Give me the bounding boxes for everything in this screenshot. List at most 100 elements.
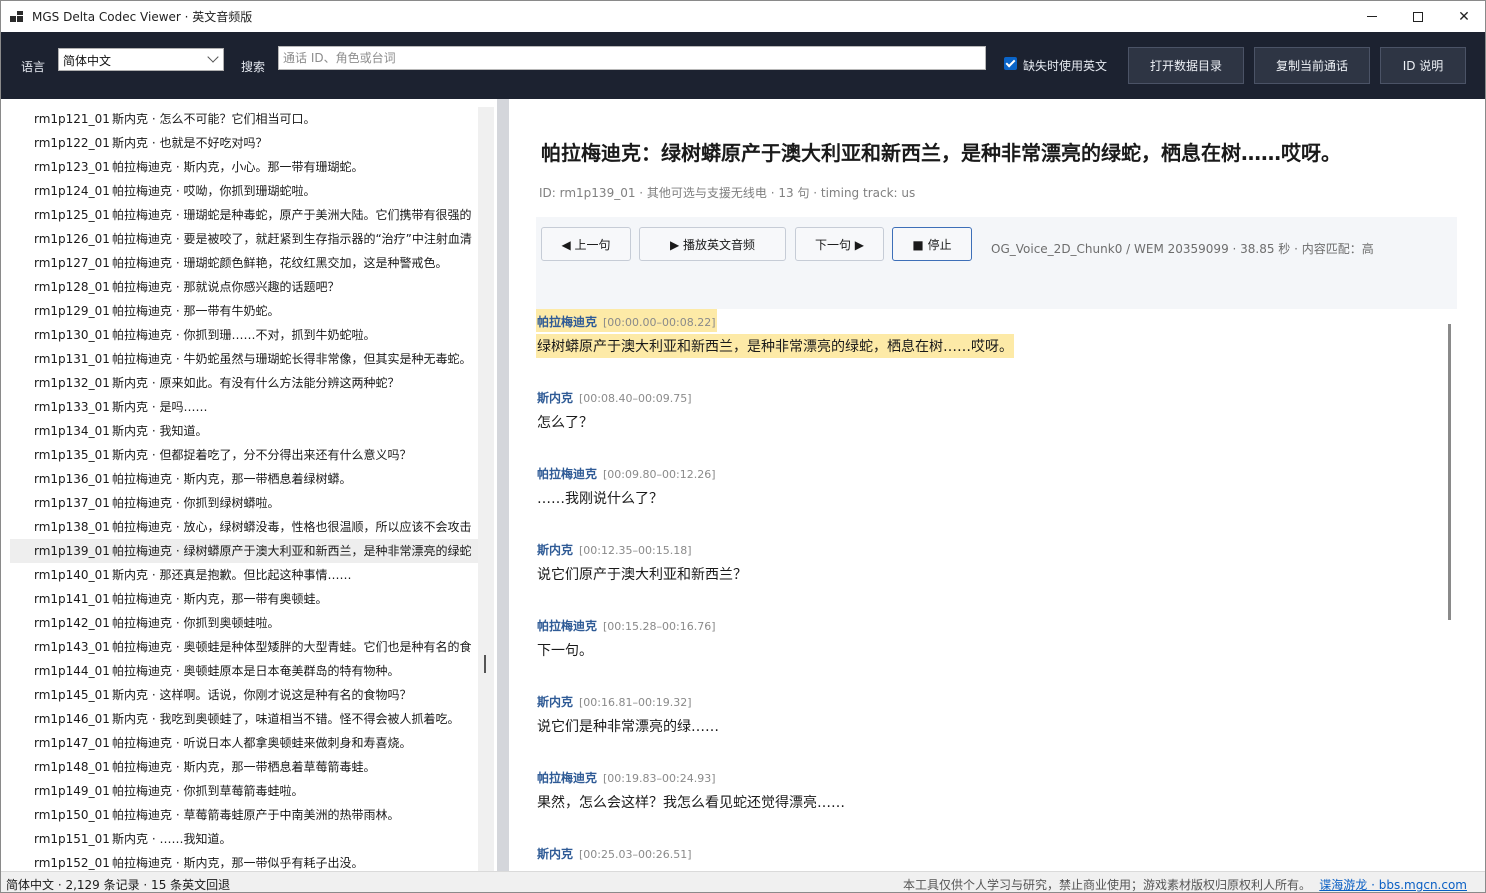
call-list-item[interactable]: rm1p134_01 斯内克 · 我知道。 (10, 419, 478, 443)
status-summary: 简体中文 · 2,129 条记录 · 15 条英文回退 (6, 878, 231, 892)
line-header: 斯内克 [00:16.81–00:19.32] (536, 689, 693, 712)
call-list-scrollbar[interactable] (478, 107, 494, 871)
search-input[interactable] (278, 46, 986, 70)
call-list-item[interactable]: rm1p148_01 帕拉梅迪克 · 斯内克，那一带栖息着草莓箭毒蛙。 (10, 755, 478, 779)
call-summary: 帕拉梅迪克 · 哎呦，你抓到珊瑚蛇啦。 (112, 184, 316, 198)
call-id: rm1p143_01 (34, 640, 110, 654)
line-timestamp: [00:15.28–00:16.76] (603, 620, 716, 633)
line-text: 怎么了？ (537, 415, 593, 431)
call-list-item[interactable]: rm1p143_01 帕拉梅迪克 · 奥顿蛙是种体型矮胖的大型青蛙。它们也是种有名… (10, 635, 478, 659)
call-id: rm1p144_01 (34, 664, 110, 678)
stop-button[interactable]: ■ 停止 (892, 227, 972, 261)
id-help-button[interactable]: ID 说明 (1380, 47, 1466, 84)
call-id: rm1p134_01 (34, 424, 110, 438)
forum-link[interactable]: 谍海游龙 · bbs.mgcn.com (1319, 876, 1467, 892)
call-list-item[interactable]: rm1p151_01 斯内克 · ……我知道。 (10, 827, 478, 851)
call-list-item[interactable]: rm1p127_01 帕拉梅迪克 · 珊瑚蛇颜色鲜艳，花纹红黑交加，这是种警戒色。 (10, 251, 478, 275)
line-header: 帕拉梅迪克 [00:15.28–00:16.76] (536, 613, 717, 636)
line-text: 说它们原产于澳大利亚和新西兰？ (537, 567, 747, 583)
line-timestamp: [00:09.80–00:12.26] (603, 468, 716, 481)
language-select-value: 简体中文 (63, 54, 112, 68)
call-id: rm1p128_01 (34, 280, 110, 294)
line-header: 斯内克 [00:25.03–00:26.51] (536, 841, 693, 864)
play-audio-button[interactable]: ▶ 播放英文音频 (639, 227, 786, 261)
speaker-name: 斯内克 (537, 695, 574, 709)
call-list-item[interactable]: rm1p144_01 帕拉梅迪克 · 奥顿蛙原本是日本奄美群岛的特有物种。 (10, 659, 478, 683)
call-list-item[interactable]: rm1p150_01 帕拉梅迪克 · 草莓箭毒蛙原产于中南美洲的热带雨林。 (10, 803, 478, 827)
language-select[interactable]: 简体中文 (58, 48, 224, 71)
call-summary: 帕拉梅迪克 · 斯内克，小心。那一带有珊瑚蛇。 (112, 160, 364, 174)
call-list-item[interactable]: rm1p123_01 帕拉梅迪克 · 斯内克，小心。那一带有珊瑚蛇。 (10, 155, 478, 179)
call-list-item[interactable]: rm1p147_01 帕拉梅迪克 · 听说日本人都拿奥顿蛙来做刺身和寿喜烧。 (10, 731, 478, 755)
call-summary: 帕拉梅迪克 · 绿树蟒原产于澳大利亚和新西兰，是种非常漂亮的绿蛇 (112, 544, 472, 558)
call-summary: 帕拉梅迪克 · 要是被咬了，就赶紧到生存指示器的“治疗”中注射血清 (112, 232, 472, 246)
line-header: 帕拉梅迪克 [00:00.00–00:08.22] (536, 309, 717, 332)
call-summary: 帕拉梅迪克 · 你抓到绿树蟒啦。 (112, 496, 280, 510)
line-header: 斯内克 [00:12.35–00:15.18] (536, 537, 693, 560)
call-list-item[interactable]: rm1p130_01 帕拉梅迪克 · 你抓到珊……不对，抓到牛奶蛇啦。 (10, 323, 478, 347)
call-list-item[interactable]: rm1p126_01 帕拉梅迪克 · 要是被咬了，就赶紧到生存指示器的“治疗”中注… (10, 227, 478, 251)
call-list-item[interactable]: rm1p149_01 帕拉梅迪克 · 你抓到草莓箭毒蛙啦。 (10, 779, 478, 803)
speaker-name: 帕拉梅迪克 (537, 771, 598, 785)
call-list-item[interactable]: rm1p128_01 帕拉梅迪克 · 那就说点你感兴趣的话题吧？ (10, 275, 478, 299)
usage-notice: 本工具仅供个人学习与研究，禁止商业使用；游戏素材版权归原权利人所有。 (902, 878, 1311, 892)
call-list-item[interactable]: rm1p125_01 帕拉梅迪克 · 珊瑚蛇是种毒蛇，原产于美洲大陆。它们携带有很… (10, 203, 478, 227)
close-button[interactable]: ✕ (1441, 1, 1485, 32)
call-list-item[interactable]: rm1p133_01 斯内克 · 是吗…… (10, 395, 478, 419)
line-timestamp: [00:16.81–00:19.32] (579, 696, 692, 709)
transcript-scroll-thumb[interactable] (1448, 324, 1451, 620)
call-list-item[interactable]: rm1p122_01 斯内克 · 也就是不好吃对吗？ (10, 131, 478, 155)
call-id: rm1p123_01 (34, 160, 110, 174)
minimize-button[interactable] (1349, 1, 1395, 32)
call-summary: 帕拉梅迪克 · 珊瑚蛇颜色鲜艳，花纹红黑交加，这是种警戒色。 (112, 256, 448, 270)
call-list-item[interactable]: rm1p136_01 帕拉梅迪克 · 斯内克，那一带栖息着绿树蟒。 (10, 467, 478, 491)
scroll-grip-icon[interactable] (484, 655, 486, 673)
speaker-name: 斯内克 (537, 391, 574, 405)
call-summary: 斯内克 · 这样啊。话说，你刚才说这是种有名的食物吗？ (112, 688, 412, 702)
call-id: rm1p125_01 (34, 208, 110, 222)
call-id: rm1p151_01 (34, 832, 110, 846)
call-list-item[interactable]: rm1p138_01 帕拉梅迪克 · 放心，绿树蟒没毒，性格也很温顺，所以应该不会… (10, 515, 478, 539)
call-list-item[interactable]: rm1p131_01 帕拉梅迪克 · 牛奶蛇虽然与珊瑚蛇长得非常像，但其实是种无毒… (10, 347, 478, 371)
call-summary: 帕拉梅迪克 · 牛奶蛇虽然与珊瑚蛇长得非常像，但其实是种无毒蛇。 (112, 352, 472, 366)
call-id: rm1p147_01 (34, 736, 110, 750)
app-icon (10, 10, 24, 23)
prev-line-button[interactable]: ◀ 上一句 (541, 227, 631, 261)
call-summary: 斯内克 · 原来如此。有没有什么方法能分辨这两种蛇？ (112, 376, 400, 390)
call-id: rm1p124_01 (34, 184, 110, 198)
call-list-item[interactable]: rm1p152_01 帕拉梅迪克 · 斯内克，那一带似乎有耗子出没。 (10, 851, 478, 871)
call-id: rm1p142_01 (34, 616, 110, 630)
pane-splitter[interactable] (497, 99, 509, 871)
call-list-item[interactable]: rm1p121_01 斯内克 · 怎么不可能？它们相当可口。 (10, 107, 478, 131)
call-list-item[interactable]: rm1p129_01 帕拉梅迪克 · 那一带有牛奶蛇。 (10, 299, 478, 323)
call-list-item[interactable]: rm1p135_01 斯内克 · 但都捉着吃了，分不分得出来还有什么意义吗？ (10, 443, 478, 467)
line-timestamp: [00:12.35–00:15.18] (579, 544, 692, 557)
call-id: rm1p135_01 (34, 448, 110, 462)
call-list-item[interactable]: rm1p139_01 帕拉梅迪克 · 绿树蟒原产于澳大利亚和新西兰，是种非常漂亮的… (10, 539, 478, 563)
call-list-item[interactable]: rm1p140_01 斯内克 · 那还真是抱歉。但比起这种事情…… (10, 563, 478, 587)
call-id: rm1p145_01 (34, 688, 110, 702)
call-summary: 斯内克 · 怎么不可能？它们相当可口。 (112, 112, 316, 126)
status-bar: 简体中文 · 2,129 条记录 · 15 条英文回退 本工具仅供个人学习与研究… (1, 871, 1485, 892)
call-list-item[interactable]: rm1p146_01 斯内克 · 我吃到奥顿蛙了，味道相当不错。怪不得会被人抓着吃… (10, 707, 478, 731)
audio-info: OG_Voice_2D_Chunk0 / WEM 20359099 · 38.8… (991, 242, 1374, 256)
maximize-button[interactable] (1395, 1, 1441, 32)
call-list-item[interactable]: rm1p137_01 帕拉梅迪克 · 你抓到绿树蟒啦。 (10, 491, 478, 515)
next-line-button[interactable]: 下一句 ▶ (795, 227, 884, 261)
call-summary: 斯内克 · 也就是不好吃对吗？ (112, 136, 268, 150)
transcript-scrollbar[interactable] (1444, 306, 1456, 871)
copy-call-button[interactable]: 复制当前通话 (1254, 47, 1370, 84)
call-list-item[interactable]: rm1p142_01 帕拉梅迪克 · 你抓到奥顿蛙啦。 (10, 611, 478, 635)
fallback-label[interactable]: 缺失时使用英文 (1023, 57, 1107, 74)
call-list-item[interactable]: rm1p132_01 斯内克 · 原来如此。有没有什么方法能分辨这两种蛇？ (10, 371, 478, 395)
call-list: rm1p121_01 斯内克 · 怎么不可能？它们相当可口。 rm1p122_01 斯… (1, 99, 497, 871)
call-list-item[interactable]: rm1p124_01 帕拉梅迪克 · 哎呦，你抓到珊瑚蛇啦。 (10, 179, 478, 203)
open-data-dir-button[interactable]: 打开数据目录 (1128, 47, 1244, 84)
fallback-checkbox[interactable] (1004, 57, 1017, 70)
call-id: rm1p126_01 (34, 232, 110, 246)
line-timestamp: [00:19.83–00:24.93] (603, 772, 716, 785)
line-text: 果然，怎么会这样？我怎么看见蛇还觉得漂亮…… (537, 795, 845, 811)
call-list-item[interactable]: rm1p141_01 帕拉梅迪克 · 斯内克，那一带有奥顿蛙。 (10, 587, 478, 611)
line-header: 帕拉梅迪克 [00:19.83–00:24.93] (536, 765, 717, 788)
call-list-item[interactable]: rm1p145_01 斯内克 · 这样啊。话说，你刚才说这是种有名的食物吗？ (10, 683, 478, 707)
